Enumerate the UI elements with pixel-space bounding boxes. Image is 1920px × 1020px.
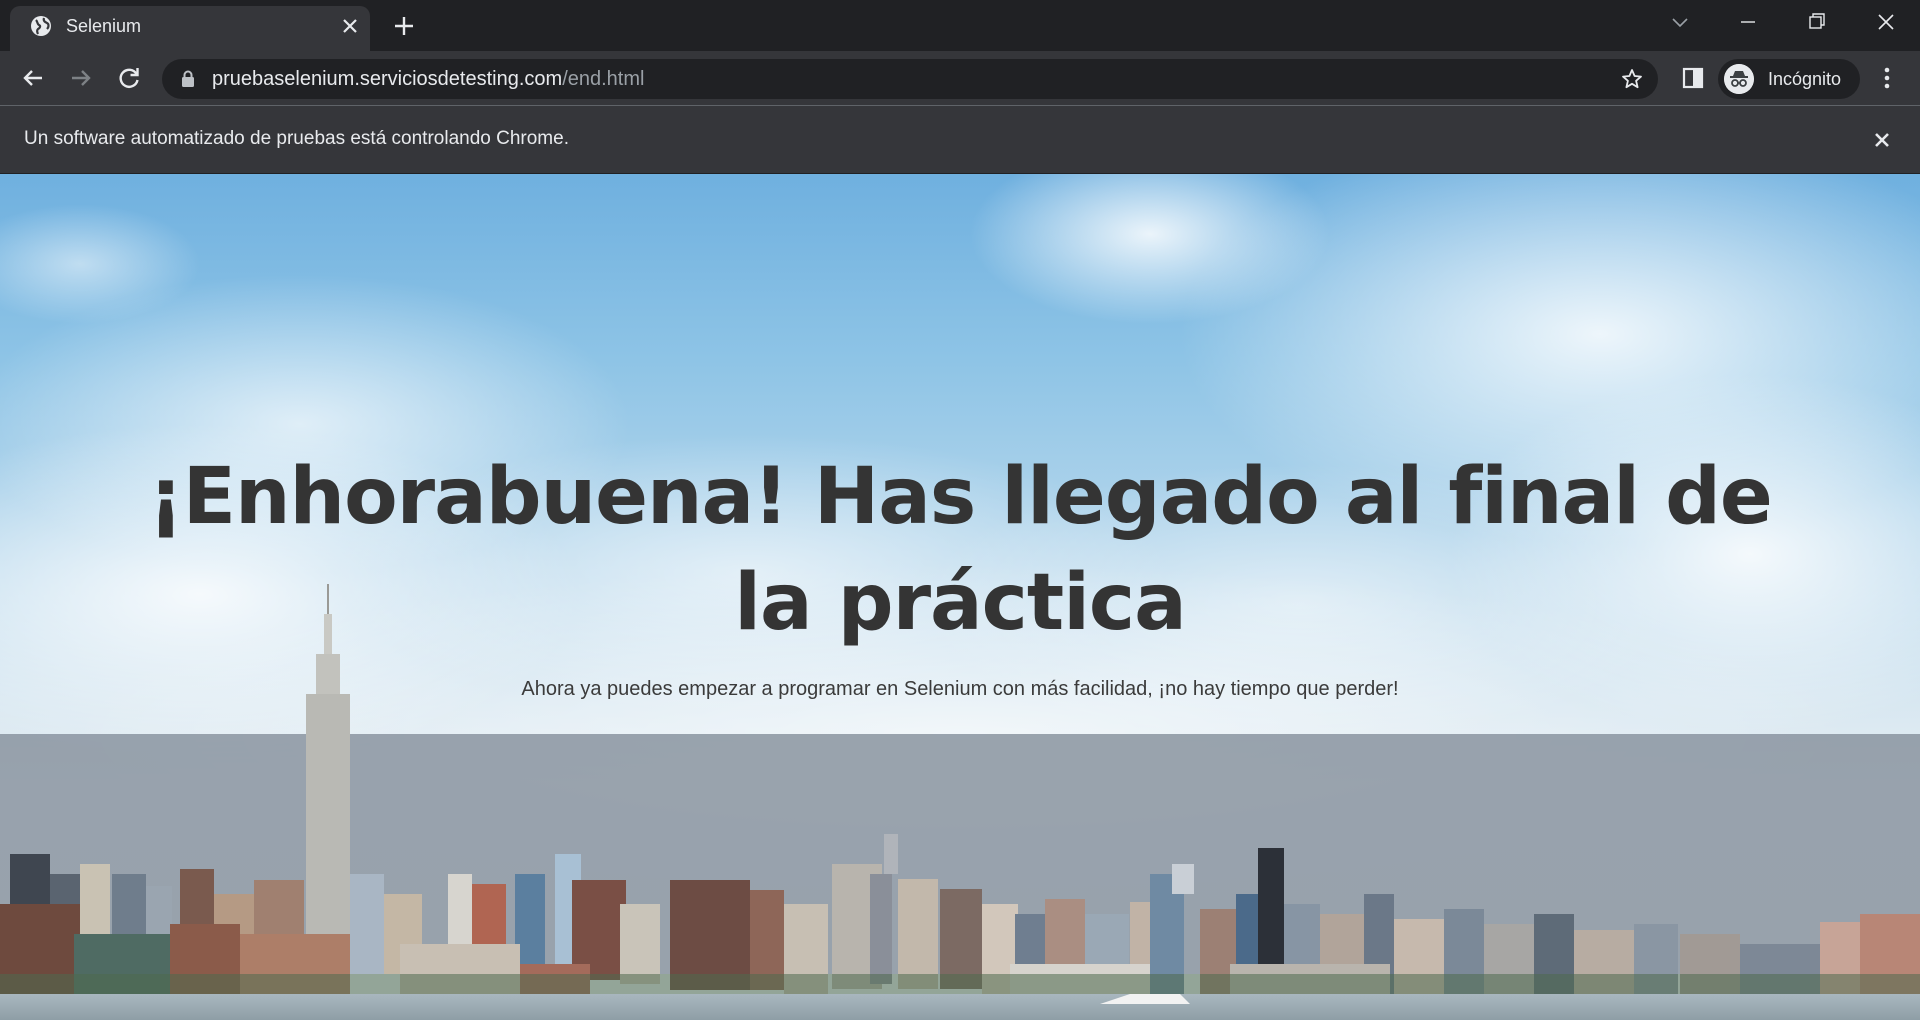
back-arrow-icon[interactable] (18, 63, 48, 93)
restore-icon[interactable] (1796, 8, 1836, 36)
url-host: pruebaselenium.serviciosdetesting.com (212, 68, 563, 90)
incognito-icon (1724, 64, 1754, 94)
side-panel-icon[interactable] (1680, 65, 1706, 91)
url-text[interactable]: pruebaselenium.serviciosdetesting.com/en… (212, 68, 644, 91)
forward-arrow-icon[interactable] (66, 63, 96, 93)
automation-infobar: Un software automatizado de pruebas está… (0, 106, 1920, 174)
globe-icon (31, 16, 51, 36)
page-viewport: ¡Enhorabuena! Has llegado al final de la… (0, 174, 1920, 1020)
tab-search-chevron-icon[interactable] (1660, 8, 1700, 36)
new-tab-plus-icon[interactable] (390, 12, 418, 40)
lock-icon[interactable] (180, 70, 196, 88)
tab-strip: Selenium (0, 0, 1920, 51)
close-infobar-icon[interactable] (1870, 128, 1894, 152)
reload-icon[interactable] (114, 63, 144, 93)
url-path: /end.html (562, 68, 645, 90)
bookmark-star-icon[interactable] (1620, 67, 1644, 91)
close-tab-icon[interactable] (338, 14, 362, 38)
address-bar[interactable]: pruebaselenium.serviciosdetesting.com/en… (162, 59, 1658, 99)
browser-toolbar: pruebaselenium.serviciosdetesting.com/en… (0, 51, 1920, 106)
tab-selenium[interactable]: Selenium (10, 6, 370, 51)
minimize-icon[interactable] (1728, 8, 1768, 36)
kebab-menu-icon[interactable] (1874, 65, 1900, 91)
close-window-icon[interactable] (1866, 8, 1906, 36)
incognito-profile-button[interactable]: Incógnito (1718, 59, 1860, 99)
tab-title: Selenium (66, 16, 142, 36)
page-subtitle: Ahora ya puedes empezar a programar en S… (521, 678, 1399, 700)
infobar-message: Un software automatizado de pruebas está… (24, 128, 569, 149)
incognito-label: Incógnito (1768, 69, 1842, 89)
page-headline: ¡Enhorabuena! Has llegado al final de la… (148, 452, 1773, 648)
